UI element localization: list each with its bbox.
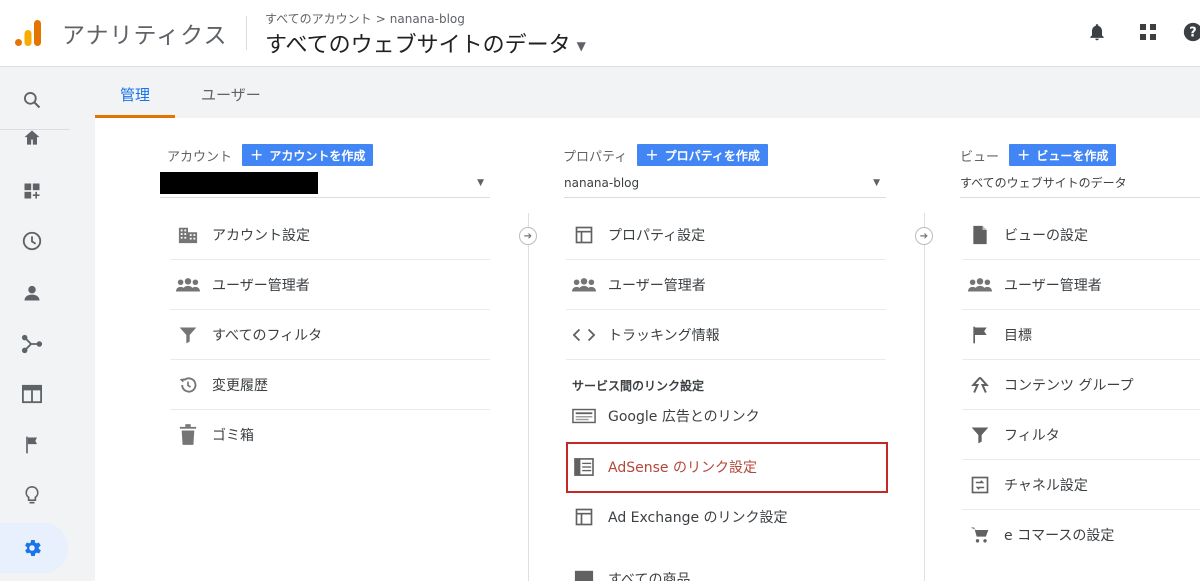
breadcrumb-separator: > <box>375 11 386 26</box>
menu-channel-settings[interactable]: チャネル設定 <box>962 460 1200 510</box>
tab-bar: 管理 ユーザー <box>95 68 1200 118</box>
menu-ad-exchange-link[interactable]: Ad Exchange のリンク設定 <box>566 492 886 542</box>
building-icon <box>176 223 200 247</box>
menu-google-ads-link[interactable]: Google 広告とのリンク <box>566 391 886 441</box>
view-column-header: ビュー + ビューを作成 <box>960 144 1117 166</box>
menu-ecommerce-settings[interactable]: e コマースの設定 <box>962 510 1200 560</box>
customization-icon[interactable] <box>20 179 44 203</box>
help-icon[interactable]: ? <box>1182 21 1200 43</box>
plus-icon: + <box>645 145 659 164</box>
people-icon <box>176 273 200 297</box>
property-column-header: プロパティ + プロパティを作成 <box>563 144 768 166</box>
view-selector[interactable]: すべてのウェブサイトのデータ ▼ <box>265 27 586 59</box>
menu-account-settings[interactable]: アカウント設定 <box>170 210 490 260</box>
adsense-icon <box>572 455 596 479</box>
menu-adsense-link[interactable]: AdSense のリンク設定 <box>566 442 886 492</box>
flag-icon <box>968 323 992 347</box>
realtime-clock-icon[interactable] <box>20 229 44 253</box>
sidebar-divider <box>0 129 70 130</box>
channel-icon <box>968 473 992 497</box>
plus-icon: + <box>250 145 264 164</box>
plus-icon: + <box>1017 145 1031 164</box>
filter-icon <box>968 423 992 447</box>
arrow-right-icon: ➔ <box>915 227 933 245</box>
filter-icon <box>176 323 200 347</box>
menu-view-settings[interactable]: ビューの設定 <box>962 210 1200 260</box>
tab-active-underline <box>95 115 175 118</box>
breadcrumb-property[interactable]: nanana-blog <box>390 12 465 26</box>
code-icon <box>572 323 596 347</box>
account-column-header: アカウント + アカウントを作成 <box>167 144 374 166</box>
breadcrumb-all-accounts[interactable]: すべてのアカウント <box>265 10 372 27</box>
menu-account-user-management[interactable]: ユーザー管理者 <box>170 260 490 310</box>
audience-person-icon[interactable] <box>20 281 44 305</box>
behavior-icon[interactable] <box>20 382 44 406</box>
acquisition-icon[interactable] <box>20 332 44 356</box>
ads-icon <box>572 404 596 428</box>
menu-property-settings[interactable]: プロパティ設定 <box>566 210 886 260</box>
menu-all-products[interactable]: すべての商品 <box>566 542 886 581</box>
history-icon <box>176 373 200 397</box>
products-icon <box>572 567 596 581</box>
view-label: ビュー <box>960 149 1000 165</box>
bell-icon[interactable] <box>1086 21 1108 43</box>
trash-icon <box>176 423 200 447</box>
header-divider <box>246 16 247 50</box>
menu-tracking-info[interactable]: トラッキング情報 <box>566 310 886 360</box>
content-group-icon <box>968 373 992 397</box>
cart-icon <box>968 523 992 547</box>
tab-admin[interactable]: 管理 <box>120 84 150 105</box>
people-icon <box>968 273 992 297</box>
menu-property-user-management[interactable]: ユーザー管理者 <box>566 260 886 310</box>
menu-goals[interactable]: 目標 <box>962 310 1200 360</box>
property-selector[interactable]: nanana-blog ▼ <box>564 168 886 198</box>
view-selector-dropdown[interactable]: すべてのウェブサイトのデータ <box>960 168 1200 198</box>
admin-gear-icon[interactable] <box>20 536 44 560</box>
discover-lightbulb-icon[interactable] <box>20 484 44 508</box>
account-label: アカウント <box>167 149 233 165</box>
menu-all-filters[interactable]: すべてのフィルタ <box>170 310 490 360</box>
caret-down-icon: ▼ <box>477 177 484 188</box>
app-title: アナリティクス <box>62 23 228 49</box>
home-icon[interactable] <box>20 129 44 147</box>
create-view-button[interactable]: + ビューを作成 <box>1009 144 1117 166</box>
view-title: すべてのウェブサイトのデータ <box>265 33 571 58</box>
column-divider <box>924 213 925 581</box>
apps-grid-icon[interactable] <box>1137 21 1159 43</box>
window-icon <box>572 223 596 247</box>
menu-content-grouping[interactable]: コンテンツ グループ <box>962 360 1200 410</box>
breadcrumb[interactable]: すべてのアカウント > nanana-blog <box>265 10 465 27</box>
document-icon <box>968 223 992 247</box>
column-divider <box>528 213 529 581</box>
conversions-flag-icon[interactable] <box>20 433 44 457</box>
arrow-right-icon: ➔ <box>519 227 537 245</box>
svg-text:?: ? <box>1189 26 1196 41</box>
caret-down-icon: ▼ <box>576 39 586 53</box>
app-header: アナリティクス すべてのアカウント > nanana-blog すべてのウェブサ… <box>0 0 1200 67</box>
account-selector[interactable]: ▼ <box>160 168 490 198</box>
redacted-account-name <box>160 171 318 194</box>
menu-view-user-management[interactable]: ユーザー管理者 <box>962 260 1200 310</box>
people-icon <box>572 273 596 297</box>
analytics-logo-icon[interactable] <box>12 17 44 49</box>
create-property-button[interactable]: + プロパティを作成 <box>637 144 768 166</box>
window-icon <box>572 505 596 529</box>
search-icon[interactable] <box>20 88 44 112</box>
property-label: プロパティ <box>563 149 628 165</box>
caret-down-icon: ▼ <box>873 177 880 188</box>
create-account-button[interactable]: + アカウントを作成 <box>242 144 374 166</box>
tab-user[interactable]: ユーザー <box>201 84 261 105</box>
admin-main-panel: 管理 ユーザー アカウント + アカウントを作成 ▼ アカウント設定 ユーザー管理… <box>95 68 1200 581</box>
menu-change-history[interactable]: 変更履歴 <box>170 360 490 410</box>
menu-view-filters[interactable]: フィルタ <box>962 410 1200 460</box>
menu-trash[interactable]: ゴミ箱 <box>170 410 490 460</box>
